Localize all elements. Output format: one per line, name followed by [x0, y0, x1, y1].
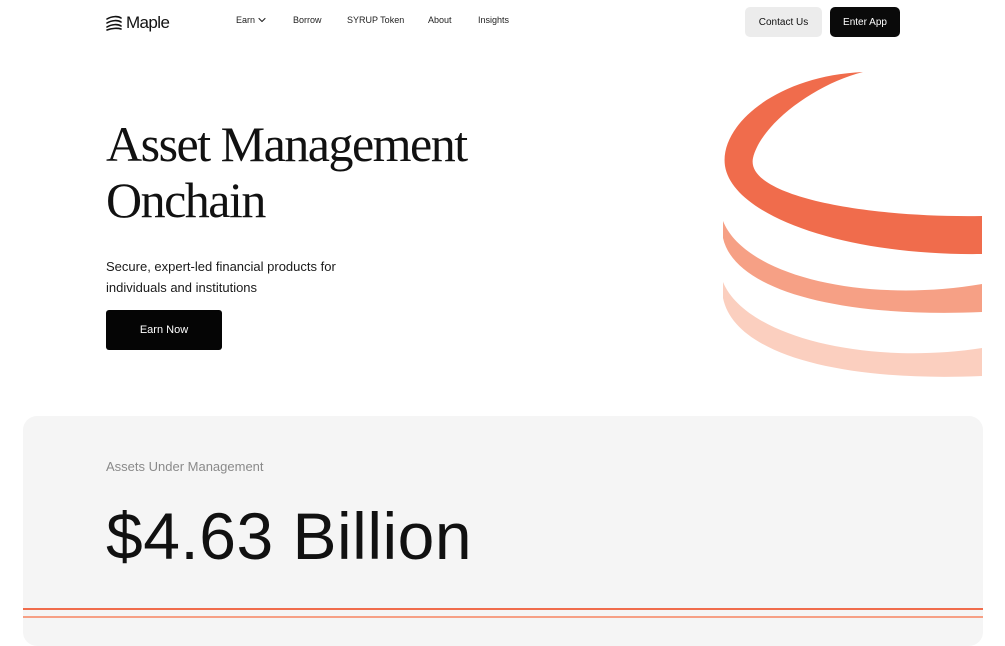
- aum-label: Assets Under Management: [106, 459, 264, 474]
- hero-title: Asset Management Onchain: [106, 116, 468, 228]
- hero-subtitle-line: Secure, expert-led financial products fo…: [106, 259, 336, 274]
- orange-stripes-decoration: [23, 608, 983, 618]
- aum-value: $4.63 Billion: [106, 499, 473, 573]
- site-header: Maple Earn Borrow SYRUP Token About Insi…: [0, 0, 1005, 44]
- nav-item-label: About: [428, 15, 452, 25]
- chevron-down-icon: [258, 17, 266, 23]
- hero-subtitle: Secure, expert-led financial products fo…: [106, 256, 406, 298]
- contact-us-button[interactable]: Contact Us: [745, 7, 822, 37]
- hero-subtitle-line: individuals and institutions: [106, 280, 258, 295]
- nav-item-about[interactable]: About: [428, 15, 452, 25]
- nav-item-label: Insights: [478, 15, 510, 25]
- brand-name: Maple: [126, 13, 170, 32]
- nav-item-label: Earn: [236, 15, 256, 25]
- nav-item-label: Borrow: [293, 15, 322, 25]
- orange-rings-illustration: [723, 72, 982, 377]
- hero-title-line: Onchain: [106, 172, 266, 228]
- earn-now-button[interactable]: Earn Now: [106, 310, 222, 350]
- nav-item-insights[interactable]: Insights: [478, 15, 509, 25]
- nav-item-syrup-token[interactable]: SYRUP Token: [347, 15, 404, 25]
- aum-panel: Assets Under Management $4.63 Billion: [23, 416, 983, 646]
- nav-item-label: SYRUP Token: [347, 15, 405, 25]
- hero-title-line: Asset Management: [106, 116, 468, 172]
- nav-item-earn[interactable]: Earn: [236, 15, 266, 25]
- nav-item-borrow[interactable]: Borrow: [293, 15, 322, 25]
- maple-logo[interactable]: Maple: [106, 12, 170, 34]
- maple-logo-icon: [106, 15, 122, 31]
- enter-app-button[interactable]: Enter App: [830, 7, 900, 37]
